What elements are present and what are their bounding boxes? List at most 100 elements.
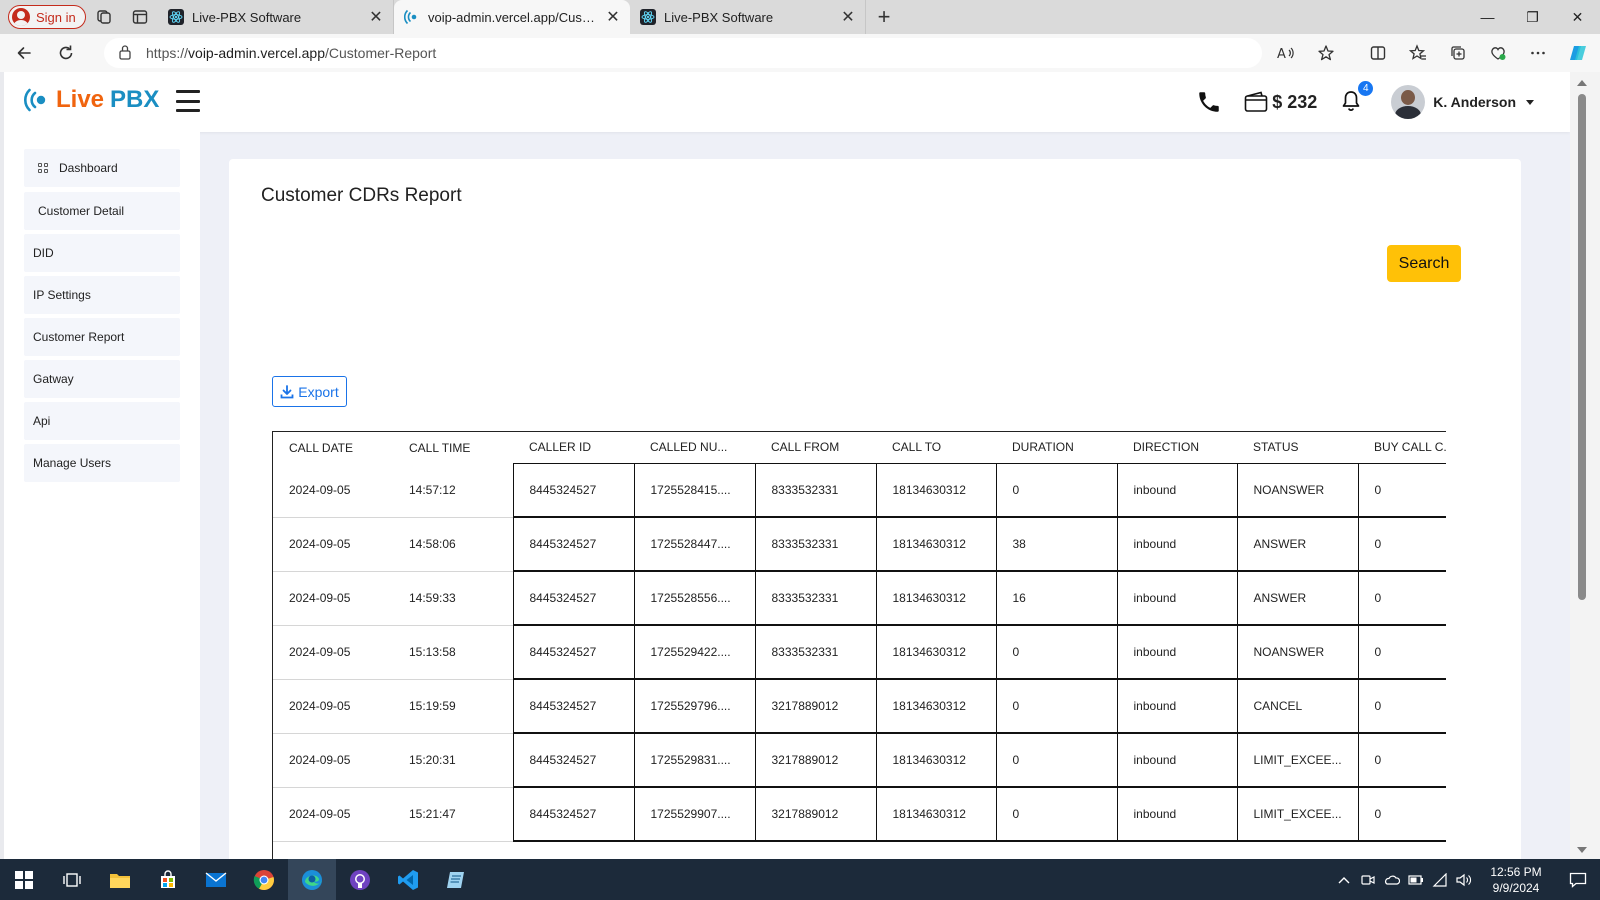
- column-header[interactable]: CALL FROM: [755, 432, 876, 463]
- close-window-icon[interactable]: ✕: [1555, 0, 1600, 34]
- copilot-icon[interactable]: [1558, 37, 1598, 69]
- address-bar[interactable]: https://voip-admin.vercel.app/Customer-R…: [104, 38, 1262, 68]
- browser-tab-2[interactable]: voip-admin.vercel.app/Customer-Report ✕: [394, 0, 630, 34]
- split-screen-icon[interactable]: [1358, 37, 1398, 69]
- notification-center-icon[interactable]: [1556, 872, 1600, 888]
- table-row[interactable]: 2024-09-05 15:20:31 8445324527 1725529831..…: [273, 732, 1446, 788]
- wifi-icon[interactable]: [1428, 872, 1452, 887]
- more-options-icon[interactable]: [1518, 37, 1558, 69]
- table-cell: 0: [995, 462, 1118, 518]
- column-header[interactable]: STATUS: [1237, 432, 1358, 463]
- sidebar: Dashboard Customer Detail DID IP Setting…: [4, 132, 200, 859]
- table-row[interactable]: 2024-09-05 14:59:33 8445324527 1725528556..…: [273, 570, 1446, 626]
- column-header[interactable]: CALLER ID: [513, 432, 634, 463]
- svg-text:A: A: [1277, 47, 1286, 61]
- column-header[interactable]: DURATION: [996, 432, 1117, 463]
- close-tab-icon[interactable]: ✕: [606, 7, 620, 27]
- table-cell: inbound: [1116, 732, 1238, 788]
- battery-icon[interactable]: [1404, 874, 1428, 885]
- collections-icon[interactable]: [1438, 37, 1478, 69]
- sidebar-item-api[interactable]: Api: [24, 402, 180, 440]
- cdr-table-container[interactable]: CALL DATE CALL TIME CALLER ID CALLED NU... C…: [272, 431, 1446, 859]
- chrome-icon[interactable]: [240, 859, 288, 900]
- table-row[interactable]: 2024-09-05 14:58:06 8445324527 1725528447..…: [273, 516, 1446, 572]
- table-cell: LIMIT_EXCEE...: [1236, 732, 1359, 788]
- column-header[interactable]: BUY CALL C...: [1358, 432, 1446, 463]
- column-header[interactable]: CALLED NU...: [634, 432, 755, 463]
- new-tab-button[interactable]: +: [866, 4, 902, 30]
- table-cell: 1725529907....: [633, 786, 756, 842]
- favorites-icon[interactable]: [1398, 37, 1438, 69]
- table-row[interactable]: 2024-09-05 15:13:58 8445324527 1725529422..…: [273, 624, 1446, 680]
- table-cell: ANSWER: [1236, 516, 1359, 572]
- refresh-icon[interactable]: [48, 37, 84, 69]
- column-header[interactable]: CALL TO: [876, 432, 996, 463]
- table-row[interactable]: 2024-09-05 15:19:59 8445324527 1725529796..…: [273, 678, 1446, 734]
- back-icon[interactable]: [6, 37, 42, 69]
- column-header[interactable]: CALL TIME: [393, 432, 513, 463]
- workspaces-icon[interactable]: [86, 0, 122, 34]
- table-cell: 8445324527: [512, 786, 635, 842]
- close-tab-icon[interactable]: ✕: [369, 7, 383, 27]
- minimize-icon[interactable]: —: [1465, 0, 1510, 34]
- taskbar-clock[interactable]: 12:56 PM 9/9/2024: [1476, 864, 1556, 896]
- onedrive-icon[interactable]: [1380, 874, 1404, 886]
- search-button[interactable]: Search: [1387, 245, 1461, 282]
- table-cell: 14:58:06: [393, 517, 513, 572]
- table-row[interactable]: 2024-09-05 15:21:47 8445324527 1725529907..…: [273, 786, 1446, 842]
- notifications-button[interactable]: 4: [1339, 81, 1374, 115]
- sign-in-button[interactable]: Sign in: [8, 5, 86, 29]
- sidebar-item-did[interactable]: DID: [24, 234, 180, 272]
- volume-icon[interactable]: [1452, 873, 1476, 887]
- table-cell: 3217889012: [754, 786, 877, 842]
- windows-start-icon[interactable]: [0, 859, 48, 900]
- scrollbar-thumb[interactable]: [1578, 94, 1586, 600]
- sidebar-item-customer-report[interactable]: Customer Report: [24, 318, 180, 356]
- column-header[interactable]: DIRECTION: [1117, 432, 1237, 463]
- phone-icon[interactable]: [1196, 89, 1222, 115]
- github-icon[interactable]: [336, 859, 384, 900]
- windows-taskbar: 12:56 PM 9/9/2024: [0, 859, 1600, 900]
- vscode-icon[interactable]: [384, 859, 432, 900]
- sidebar-item-gatway[interactable]: Gatway: [24, 360, 180, 398]
- chevron-up-icon[interactable]: [1332, 876, 1356, 884]
- page-scrollbar[interactable]: [1570, 72, 1600, 859]
- livepbx-logo[interactable]: Live PBX: [24, 86, 159, 114]
- table-cell: 2024-09-05: [273, 571, 393, 626]
- restore-icon[interactable]: ❐: [1510, 0, 1555, 34]
- browser-tab-1[interactable]: Live-PBX Software ✕: [158, 0, 394, 34]
- table-cell: 15:21:47: [393, 787, 513, 842]
- read-aloud-icon[interactable]: A: [1266, 37, 1306, 69]
- table-cell: 8333532331: [754, 516, 877, 572]
- close-tab-icon[interactable]: ✕: [841, 7, 855, 27]
- scroll-down-icon[interactable]: [1577, 847, 1587, 853]
- hamburger-menu-icon[interactable]: [176, 90, 200, 112]
- react-favicon-icon: [640, 9, 656, 25]
- lock-icon[interactable]: [118, 44, 132, 63]
- table-cell: 18134630312: [875, 624, 997, 680]
- table-cell: 0: [995, 786, 1118, 842]
- browser-essentials-icon[interactable]: [1478, 37, 1518, 69]
- edge-icon[interactable]: [288, 859, 336, 900]
- export-button[interactable]: Export: [272, 376, 347, 407]
- notepad-icon[interactable]: [432, 859, 480, 900]
- mail-icon[interactable]: [192, 859, 240, 900]
- scroll-up-icon[interactable]: [1577, 80, 1587, 86]
- sidebar-item-manage-users[interactable]: Manage Users: [24, 444, 180, 482]
- meet-now-icon[interactable]: [1356, 873, 1380, 887]
- wallet-balance[interactable]: $ 232: [1244, 91, 1317, 113]
- sidebar-item-customer-detail[interactable]: Customer Detail: [24, 192, 180, 230]
- browser-tab-3[interactable]: Live-PBX Software ✕: [630, 0, 866, 34]
- sidebar-item-ip-settings[interactable]: IP Settings: [24, 276, 180, 314]
- file-explorer-icon[interactable]: [96, 859, 144, 900]
- sidebar-item-label: Dashboard: [59, 161, 118, 175]
- task-view-icon[interactable]: [48, 859, 96, 900]
- tab-actions-icon[interactable]: [122, 0, 158, 34]
- favorite-star-icon[interactable]: [1306, 37, 1346, 69]
- column-header[interactable]: CALL DATE: [273, 432, 393, 463]
- user-menu[interactable]: K. Anderson: [1391, 85, 1534, 119]
- microsoft-store-icon[interactable]: [144, 859, 192, 900]
- sidebar-item-dashboard[interactable]: Dashboard: [24, 149, 180, 187]
- table-cell: 0: [1357, 732, 1446, 788]
- table-row[interactable]: 2024-09-05 14:57:12 8445324527 1725528415..…: [273, 462, 1446, 518]
